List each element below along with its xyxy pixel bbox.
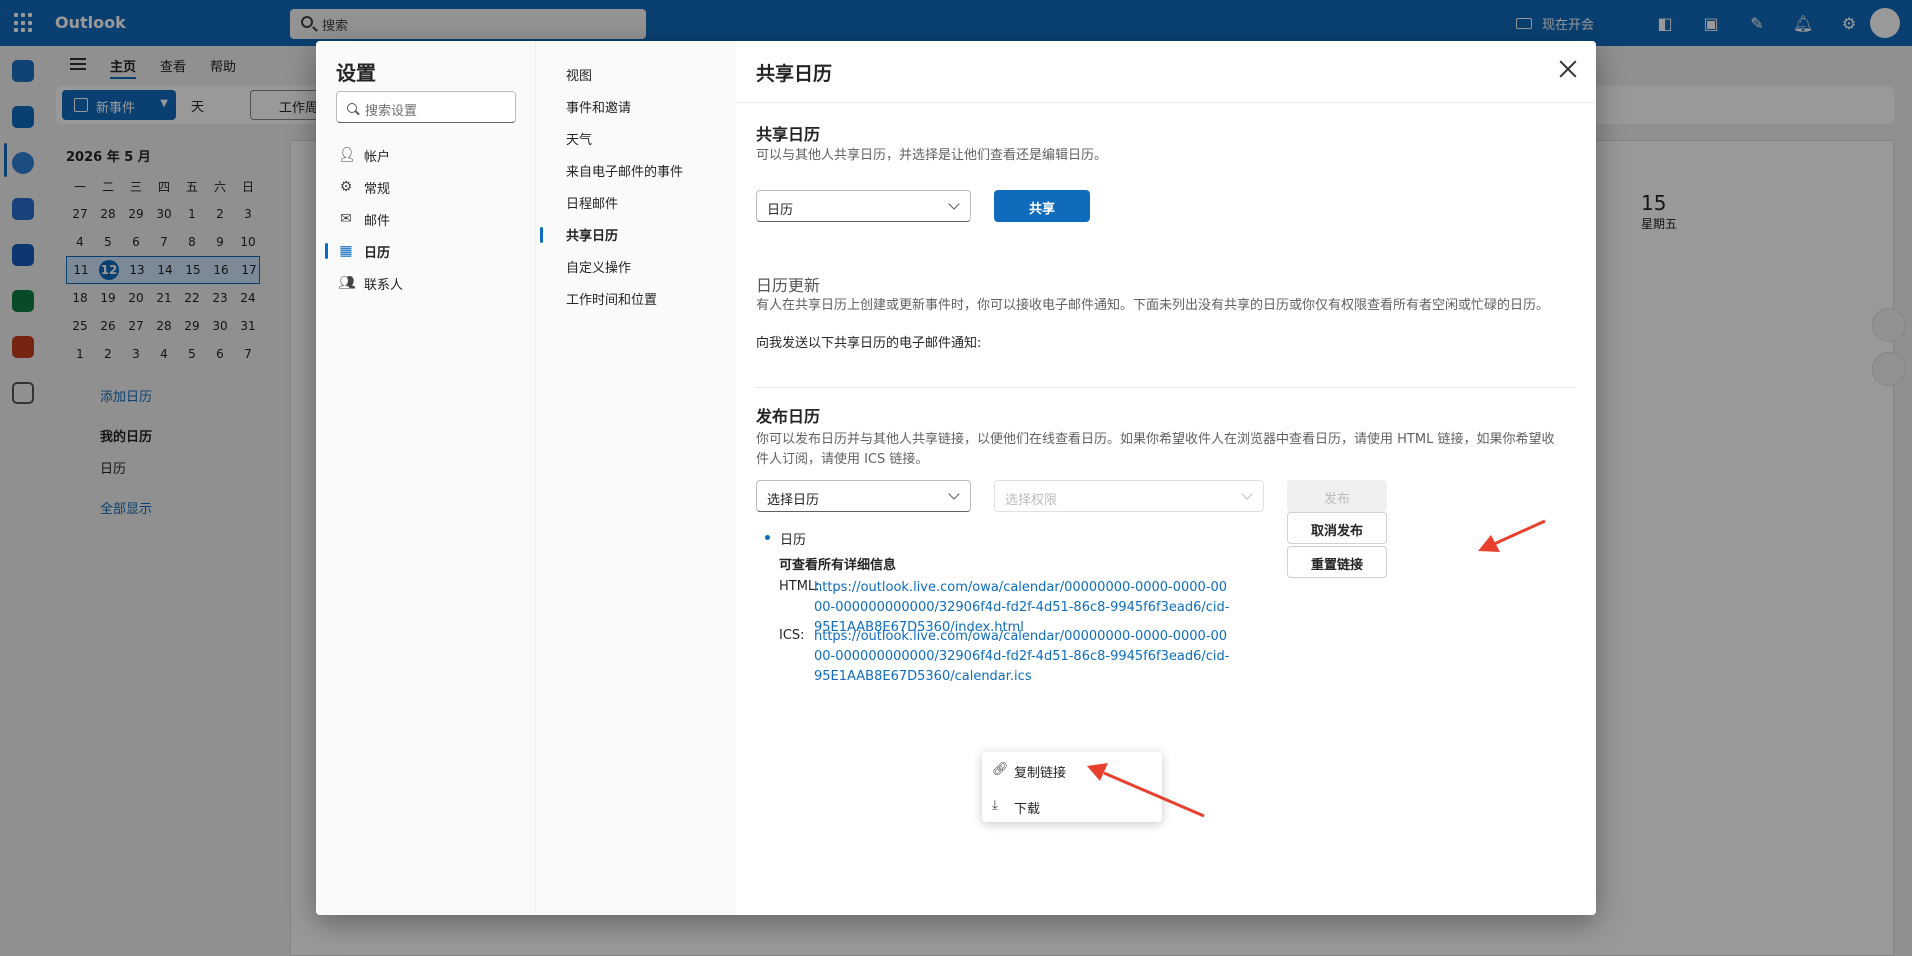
- category-label: 联系人: [364, 278, 404, 293]
- subcategory-events-invitations[interactable]: 事件和邀请: [566, 97, 631, 116]
- category-label: 日历: [364, 246, 391, 261]
- settings-category-mail[interactable]: ✉ 邮件: [336, 205, 526, 233]
- publish-button[interactable]: 发布: [1287, 480, 1387, 512]
- share-calendar-value: 日历: [767, 203, 794, 218]
- select-permission-placeholder: 选择权限: [1005, 493, 1058, 508]
- select-calendar-dropdown[interactable]: 选择日历: [756, 480, 971, 512]
- unpublish-button[interactable]: 取消发布: [1287, 512, 1387, 544]
- notify-label: 向我发送以下共享日历的电子邮件通知:: [756, 336, 982, 351]
- link-icon: 🔗︎: [992, 762, 1009, 777]
- subcategory-custom-actions[interactable]: 自定义操作: [566, 257, 631, 276]
- publish-section-title: 发布日历: [756, 407, 821, 426]
- content-title: 共享日历: [756, 63, 833, 85]
- settings-dialog: 设置 搜索设置 👤︎ 帐户 ⚙ 常规 ✉ 邮件 ▦ 日历 👥︎ 联系人 视图 事…: [316, 41, 1596, 915]
- category-label: 常规: [364, 182, 391, 197]
- share-section-description: 可以与其他人共享日历，并选择是让他们查看还是编辑日历。: [756, 148, 1108, 163]
- chevron-down-icon: [948, 488, 960, 500]
- subcategory-selection-indicator: [540, 227, 543, 243]
- copy-link-menu-item[interactable]: 🔗︎ 复制链接: [982, 754, 1162, 786]
- share-calendar-dropdown[interactable]: 日历: [756, 190, 971, 222]
- settings-title: 设置: [336, 61, 376, 85]
- category-selection-indicator: [325, 243, 328, 259]
- publish-section-description: 你可以发布日历并与其他人共享链接，以便他们在线查看日历。如果你希望收件人在浏览器…: [756, 432, 1555, 467]
- reset-link-button[interactable]: 重置链接: [1287, 546, 1387, 578]
- settings-category-general[interactable]: ⚙ 常规: [336, 173, 526, 201]
- chevron-down-icon: [948, 198, 960, 210]
- subcategory-events-from-email[interactable]: 来自电子邮件的事件: [566, 161, 683, 180]
- ics-link-label: ICS:: [779, 628, 805, 643]
- category-label: 邮件: [364, 214, 391, 229]
- subcategory-shared-calendars[interactable]: 共享日历: [566, 225, 618, 244]
- person-icon: 👤︎: [338, 147, 356, 163]
- share-button[interactable]: 共享: [994, 190, 1090, 222]
- gear-icon: ⚙: [339, 179, 353, 195]
- settings-category-calendar[interactable]: ▦ 日历: [336, 237, 526, 265]
- download-icon: ⤓: [992, 798, 998, 813]
- share-section-title: 共享日历: [756, 125, 821, 144]
- content-header: 共享日历: [736, 41, 1596, 103]
- category-label: 帐户: [364, 150, 391, 165]
- settings-search-input[interactable]: 搜索设置: [336, 91, 516, 123]
- chevron-down-icon: [1241, 488, 1253, 500]
- settings-category-people[interactable]: 👥︎ 联系人: [336, 269, 526, 297]
- updates-section-description: 有人在共享日历上创建或更新事件时，你可以接收电子邮件通知。下面未列出没有共享的日…: [756, 298, 1550, 313]
- select-permission-dropdown[interactable]: 选择权限: [994, 480, 1264, 512]
- subcategory-work-hours-location[interactable]: 工作时间和位置: [566, 289, 657, 308]
- published-calendar-name: 日历: [780, 533, 807, 548]
- close-icon[interactable]: [1556, 57, 1580, 81]
- settings-subcategory-nav: 视图 事件和邀请 天气 来自电子邮件的事件 日程邮件 共享日历 自定义操作 工作…: [536, 41, 736, 915]
- updates-section-title: 日历更新: [756, 276, 821, 295]
- link-context-menu: 🔗︎ 复制链接 ⤓ 下载: [982, 752, 1162, 822]
- subcategory-agenda-mail[interactable]: 日程邮件: [566, 193, 618, 212]
- select-calendar-placeholder: 选择日历: [767, 493, 820, 508]
- bullet: [765, 535, 770, 540]
- mail-icon: ✉: [340, 211, 352, 227]
- search-icon: [347, 103, 357, 113]
- published-permission: 可查看所有详细信息: [779, 558, 897, 573]
- subcategory-view[interactable]: 视图: [566, 65, 592, 84]
- settings-category-account[interactable]: 👤︎ 帐户: [336, 141, 526, 169]
- copy-link-label: 复制链接: [1014, 766, 1067, 781]
- settings-category-nav: 设置 搜索设置 👤︎ 帐户 ⚙ 常规 ✉ 邮件 ▦ 日历 👥︎ 联系人: [316, 41, 536, 915]
- subcategory-weather[interactable]: 天气: [566, 129, 592, 148]
- people-icon: 👥︎: [338, 275, 356, 291]
- settings-content: 共享日历 共享日历 可以与其他人共享日历，并选择是让他们查看还是编辑日历。 日历…: [736, 41, 1596, 915]
- ics-link[interactable]: https://outlook.live.com/owa/calendar/00…: [814, 627, 1234, 687]
- calendar-icon: ▦: [339, 243, 353, 259]
- download-label: 下载: [1014, 802, 1041, 817]
- settings-search-placeholder: 搜索设置: [365, 104, 418, 119]
- section-divider: [756, 387, 1576, 388]
- download-menu-item[interactable]: ⤓ 下载: [982, 790, 1162, 822]
